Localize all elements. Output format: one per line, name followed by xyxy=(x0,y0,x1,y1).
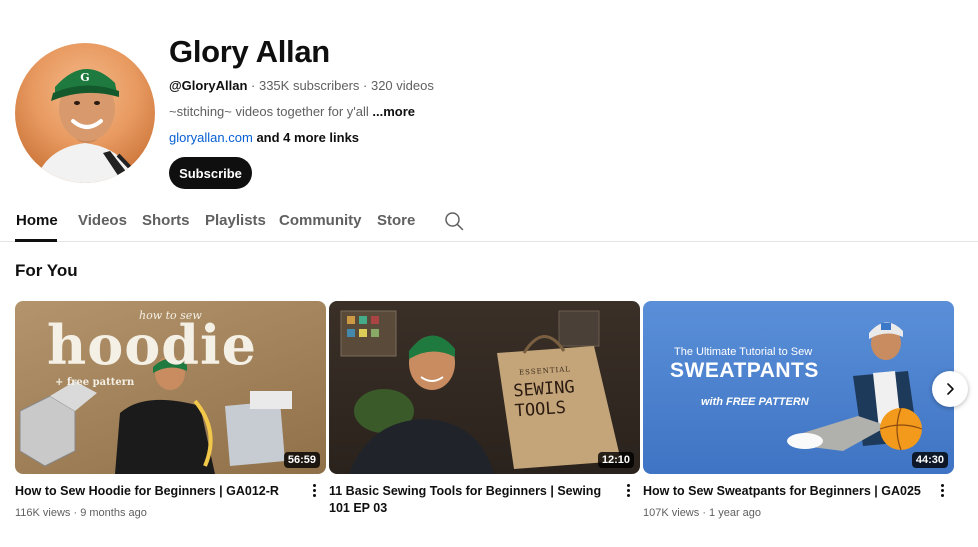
website-link[interactable]: gloryallan.com xyxy=(169,130,253,145)
description-more-link[interactable]: ...more xyxy=(372,104,415,119)
video-thumbnail[interactable]: ESSENTIAL SEWING TOOLS 12:10 xyxy=(329,301,640,474)
video-age: 1 year ago xyxy=(709,507,762,519)
active-tab-indicator xyxy=(15,239,57,242)
tab-community[interactable]: Community xyxy=(279,212,362,229)
thumb-overlay-small: The Ultimate Tutorial to Sew xyxy=(674,346,813,358)
channel-description: ~stitching~ videos together for y'all ..… xyxy=(169,104,415,119)
thumb-overlay-sub: with FREE PATTERN xyxy=(701,396,809,408)
channel-handle[interactable]: @GloryAllan xyxy=(169,78,247,93)
video-duration: 56:59 xyxy=(283,452,320,468)
tab-shorts[interactable]: Shorts xyxy=(142,212,190,229)
chevron-right-icon xyxy=(947,383,954,395)
video-views: 116K views xyxy=(15,507,71,519)
channel-meta: @GloryAllan · 335K subscribers · 320 vid… xyxy=(169,78,434,93)
tab-store[interactable]: Store xyxy=(377,212,415,229)
thumb-overlay-main: SEWING TOOLS xyxy=(512,377,576,422)
channel-links: gloryallan.com and 4 more links xyxy=(169,130,359,145)
more-vert-icon[interactable] xyxy=(622,482,634,500)
thumb-overlay-main: hoodie xyxy=(47,313,257,377)
channel-tabs: Home Videos Shorts Playlists Community S… xyxy=(0,200,978,242)
tab-playlists[interactable]: Playlists xyxy=(205,212,266,229)
tab-videos[interactable]: Videos xyxy=(78,212,127,229)
video-duration: 44:30 xyxy=(911,452,948,468)
svg-text:G: G xyxy=(80,71,89,84)
channel-name: Glory Allan xyxy=(169,34,330,69)
video-views: 107K views xyxy=(643,507,700,519)
channel-avatar[interactable]: G xyxy=(15,43,155,183)
video-duration: 12:10 xyxy=(597,452,634,468)
sewing-tools-thumbnail-art xyxy=(340,310,621,474)
video-thumbnail[interactable]: The Ultimate Tutorial to Sew SWEATPANTS … xyxy=(643,301,954,474)
search-icon[interactable] xyxy=(444,211,464,231)
more-vert-icon[interactable] xyxy=(936,482,948,500)
section-title: For You xyxy=(15,261,78,280)
channel-stats: · 335K subscribers · 320 videos xyxy=(247,78,434,93)
video-thumbnail[interactable]: how to sew hoodie + free pattern 56:59 xyxy=(15,301,326,474)
sweatpants-thumbnail-art xyxy=(787,322,923,451)
more-vert-icon[interactable] xyxy=(308,482,320,500)
thumb-overlay-main: SWEATPANTS xyxy=(670,359,819,382)
tab-home[interactable]: Home xyxy=(16,212,58,229)
more-links-button[interactable]: and 4 more links xyxy=(253,130,359,145)
subscribe-button[interactable]: Subscribe xyxy=(169,157,252,189)
description-text: ~stitching~ videos together for y'all xyxy=(169,104,373,119)
avatar-portrait: G xyxy=(35,68,142,183)
carousel-next-button[interactable] xyxy=(932,371,968,407)
video-meta: 107K views · 1 year ago xyxy=(643,507,762,519)
video-title[interactable]: How to Sew Sweatpants for Beginners | GA… xyxy=(643,483,923,500)
video-age: 9 months ago xyxy=(80,507,147,519)
video-title[interactable]: 11 Basic Sewing Tools for Beginners | Se… xyxy=(329,483,609,517)
video-meta: 116K views · 9 months ago xyxy=(15,507,147,519)
thumb-overlay-sub: + free pattern xyxy=(55,377,135,388)
video-title[interactable]: How to Sew Hoodie for Beginners | GA012-… xyxy=(15,483,295,500)
